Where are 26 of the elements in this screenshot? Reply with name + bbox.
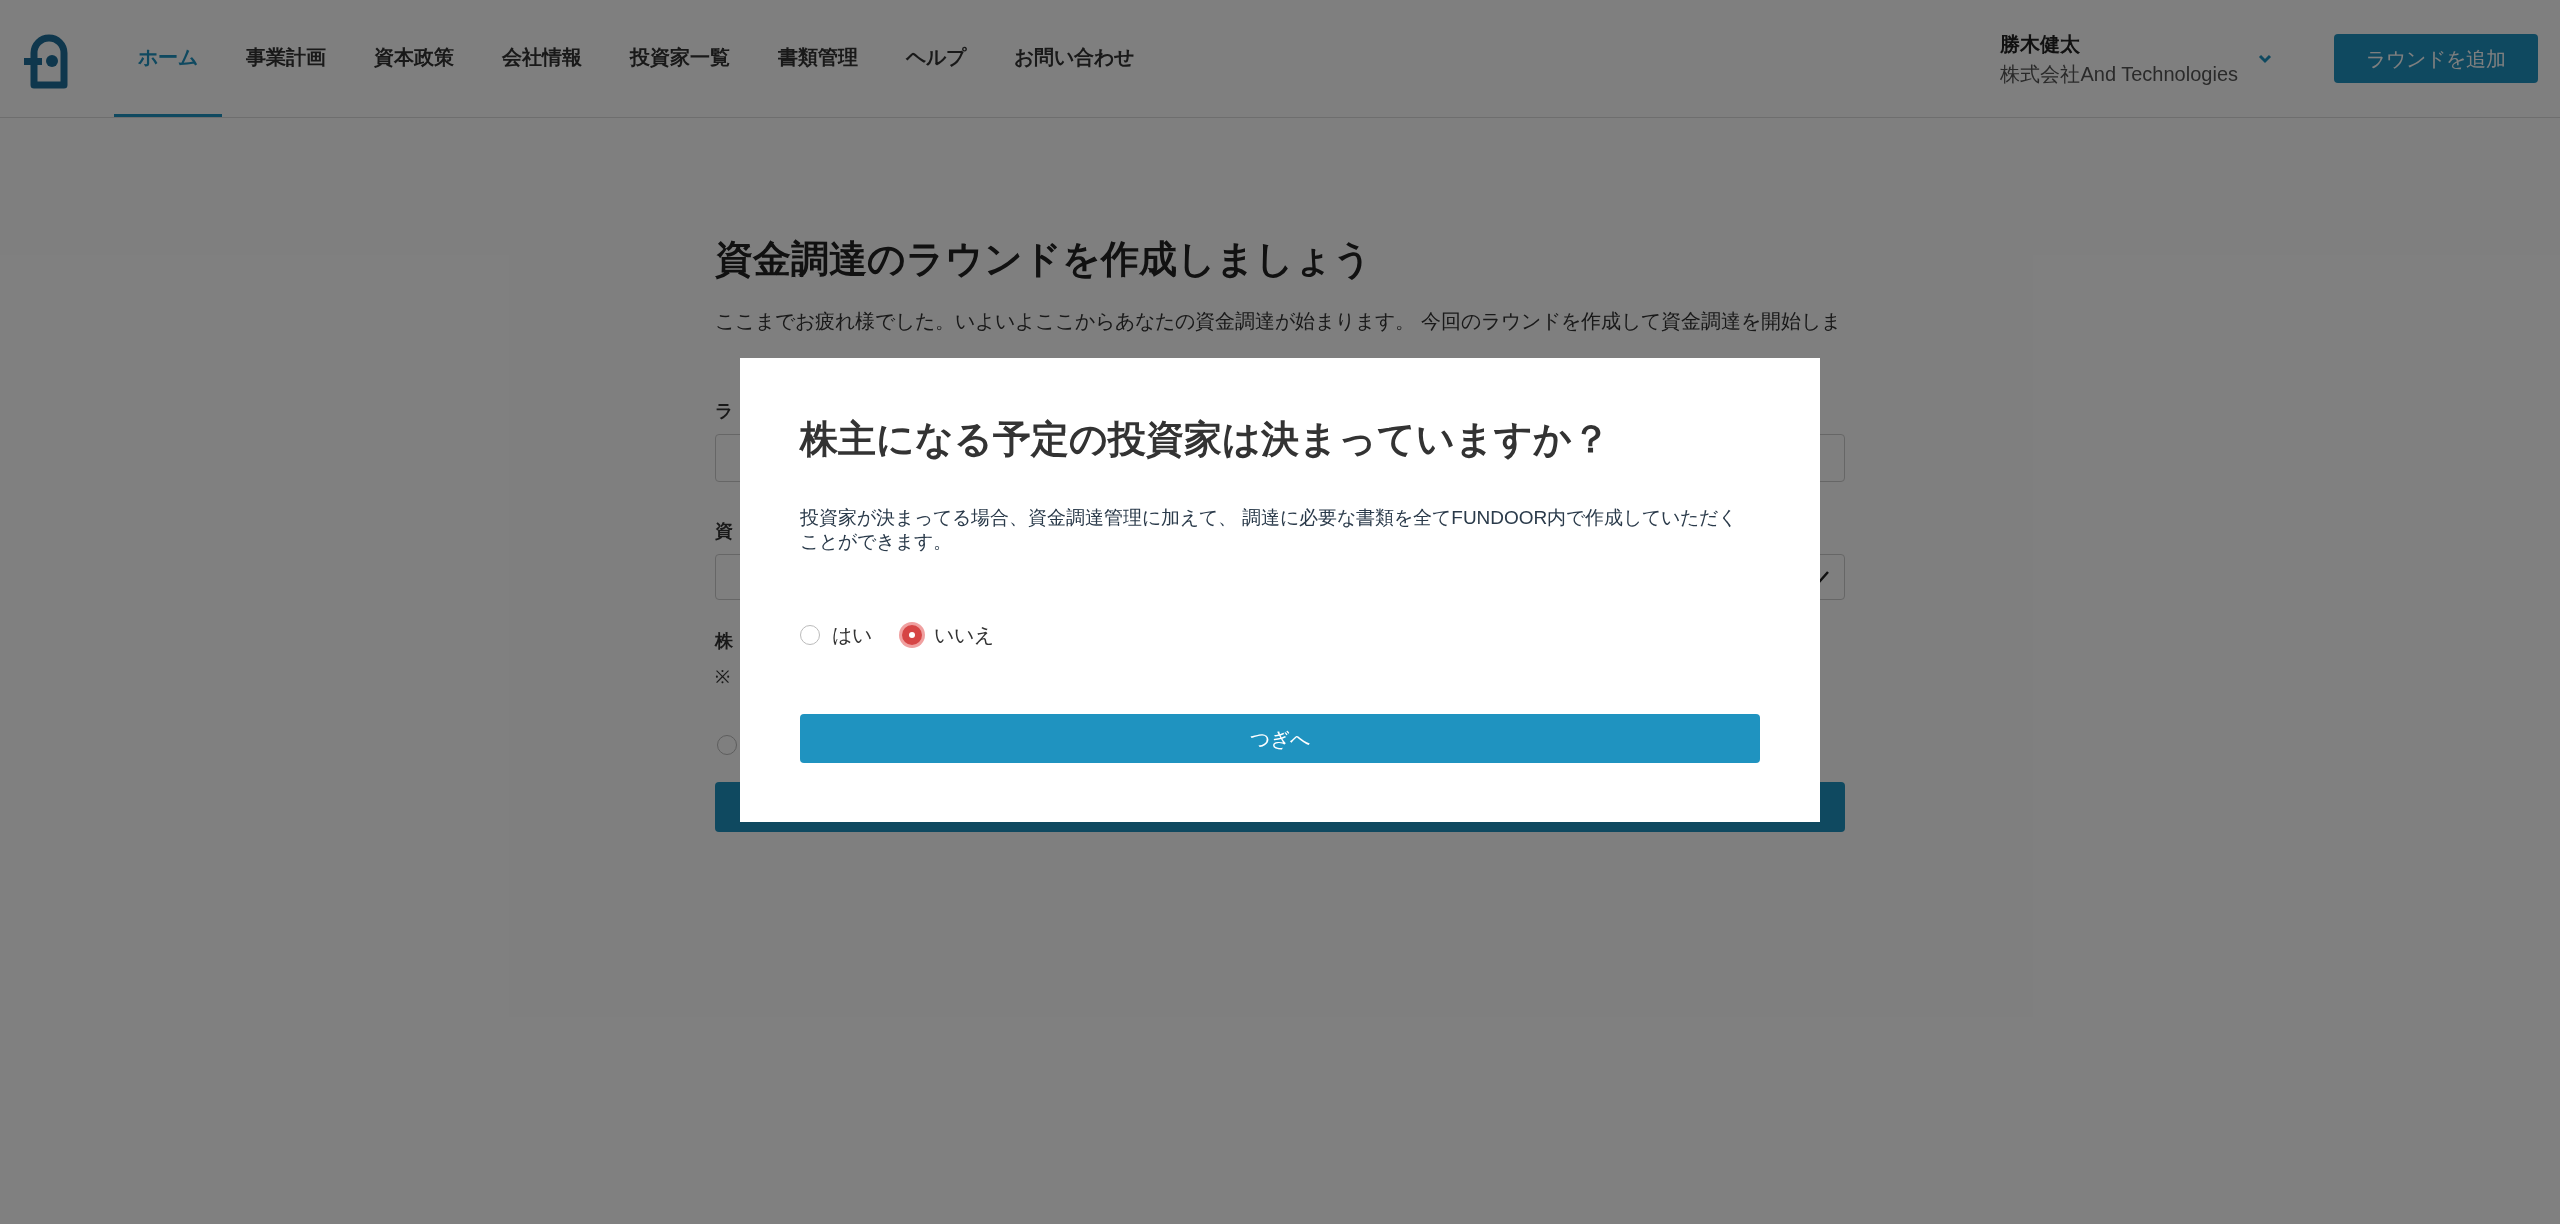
shareholder-label: 株 (715, 630, 733, 653)
field-label: 資 (715, 520, 733, 543)
next-button[interactable]: つぎへ (800, 714, 1760, 763)
radio-option[interactable]: いいえ (902, 620, 994, 650)
nav-tab[interactable]: お問い合わせ (990, 0, 1158, 117)
note-text: ※ (715, 666, 730, 689)
nav-tab[interactable]: 投資家一覧 (606, 0, 754, 117)
add-round-button[interactable]: ラウンドを追加 (2334, 34, 2538, 83)
nav-tab[interactable]: 書類管理 (754, 0, 882, 117)
nav-tab[interactable]: 資本政策 (350, 0, 478, 117)
modal-title: 株主になる予定の投資家は決まっていますか？ (800, 417, 1610, 462)
chevron-down-icon[interactable] (2258, 53, 2272, 64)
nav-tab[interactable]: ヘルプ (882, 0, 990, 117)
modal-body: 投資家が決まってる場合、資金調達管理に加えて、 調達に必要な書類を全てFUNDOOR内で作成していただくことができます。 (800, 506, 1739, 554)
radio-option[interactable]: はい (800, 620, 872, 650)
page-title: 資金調達のラウンドを作成しましょう (715, 237, 1373, 282)
user-name: 勝木健太 (2000, 31, 2082, 57)
company-name: 株式会社And Technologies (2000, 61, 2238, 87)
field-label: ラ (715, 400, 733, 423)
radio-button[interactable] (717, 735, 737, 755)
radio-button[interactable] (800, 625, 820, 645)
nav-tab[interactable]: 会社情報 (478, 0, 606, 117)
nav-tab[interactable]: ホーム (114, 0, 222, 117)
radio-button[interactable] (902, 625, 922, 645)
nav-tab[interactable]: 事業計画 (222, 0, 350, 117)
intro-text: ここまでお疲れ様でした。いよいよここからあなたの資金調達が始まります。 今回のラウンドを作成して資金調達を開始しま (715, 309, 1841, 334)
